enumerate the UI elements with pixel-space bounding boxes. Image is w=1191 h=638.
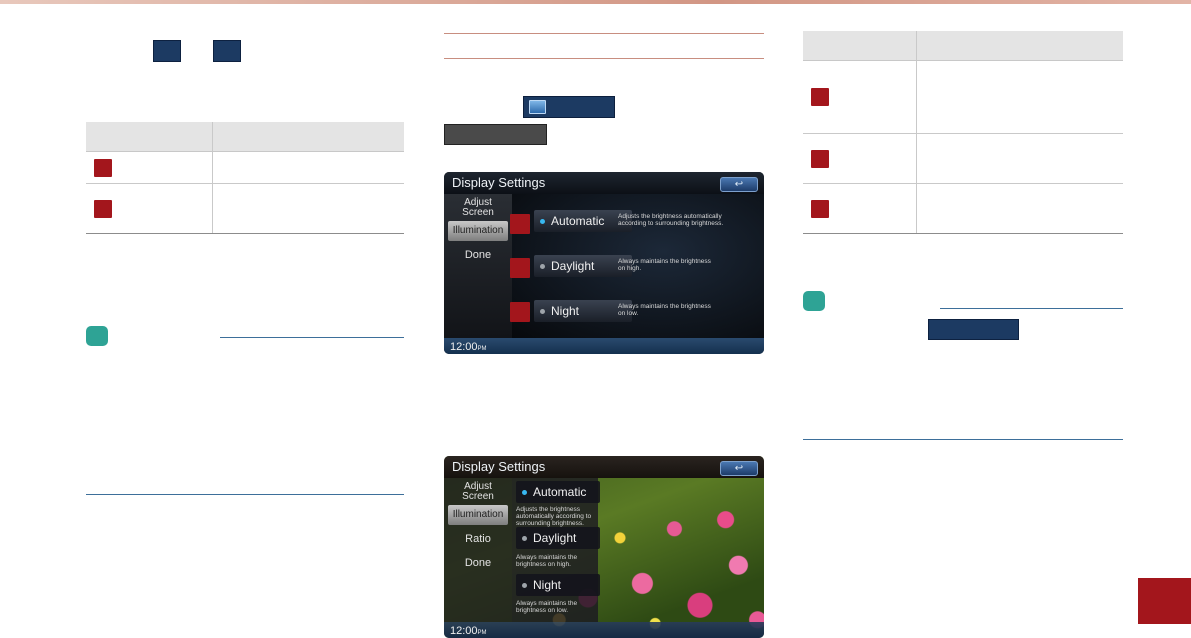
- option-night[interactable]: Night: [516, 574, 600, 596]
- option-description: Adjusts the brightness automatically acc…: [516, 506, 592, 527]
- table-row-marker-cell: [86, 151, 213, 184]
- display-settings-screen-1: Display Settings ↩ Adjust Screen Illumin…: [444, 172, 764, 354]
- number-marker: [510, 214, 530, 234]
- monitor-icon: [529, 100, 546, 114]
- radio-dot-icon: [522, 583, 527, 589]
- table-row-marker-cell: [803, 183, 917, 234]
- page-number-tab: [1138, 578, 1191, 624]
- back-button[interactable]: ↩: [720, 461, 758, 476]
- radio-dot-icon: [540, 264, 545, 270]
- option-label: Night: [551, 304, 580, 318]
- table-row-marker-cell: [86, 183, 213, 234]
- option-label: Daylight: [551, 259, 595, 273]
- table-header-cell: [916, 31, 1123, 61]
- option-automatic[interactable]: Automatic: [516, 481, 600, 503]
- button-image-1: [153, 40, 181, 62]
- sidebar-item-adjust-screen[interactable]: Adjust Screen: [448, 482, 508, 504]
- table-header-cell: [86, 122, 213, 152]
- settings-menu-button-image: [523, 96, 615, 118]
- note-bottom-rule: [803, 439, 1123, 440]
- section-rule-bottom: [444, 58, 764, 59]
- table-row-marker-cell: [803, 60, 917, 134]
- screen-title: Display Settings: [452, 459, 546, 474]
- option-label: Automatic: [533, 485, 587, 499]
- clock: 12:00PM: [450, 341, 487, 353]
- table-cell: [212, 183, 404, 234]
- status-bar: [444, 622, 764, 638]
- number-marker: [811, 87, 829, 106]
- note-icon: [86, 326, 108, 346]
- sidebar-item-illumination[interactable]: Illumination: [448, 221, 508, 241]
- number-marker: [510, 258, 530, 278]
- table-cell: [916, 133, 1123, 184]
- clock-suffix: PM: [477, 630, 487, 636]
- sidebar-item-done[interactable]: Done: [448, 554, 508, 572]
- top-header-strip: [0, 0, 1191, 4]
- option-description: Always maintains the brightness on high.: [516, 554, 578, 568]
- option-daylight[interactable]: Daylight: [516, 527, 600, 549]
- status-bar: [444, 338, 764, 354]
- display-button-image: [444, 124, 547, 145]
- table-cell: [916, 183, 1123, 234]
- clock: 12:00PM: [450, 625, 487, 637]
- number-marker: [811, 199, 829, 218]
- note-bottom-rule: [86, 494, 404, 495]
- number-marker: [811, 149, 829, 168]
- sidebar-item-ratio[interactable]: Ratio: [448, 530, 508, 548]
- number-marker: [94, 199, 112, 218]
- note-top-rule: [220, 337, 404, 338]
- clock-time: 12:00: [450, 625, 478, 637]
- radio-dot-icon: [522, 490, 527, 496]
- radio-dot-icon: [540, 309, 545, 315]
- table-cell: [212, 151, 404, 184]
- number-marker: [94, 158, 112, 177]
- setup-button-image: [928, 319, 1019, 340]
- option-description: Always maintains the brightness on low.: [618, 303, 711, 317]
- table-header-cell: [212, 122, 404, 152]
- back-button[interactable]: ↩: [720, 177, 758, 192]
- sidebar-item-illumination[interactable]: Illumination: [448, 505, 508, 525]
- table-cell: [916, 60, 1123, 134]
- table-header-cell: [803, 31, 917, 61]
- button-image-2: [213, 40, 241, 62]
- note-icon: [803, 291, 825, 311]
- table-row-marker-cell: [803, 133, 917, 184]
- section-rule-top: [444, 33, 764, 34]
- clock-time: 12:00: [450, 341, 478, 353]
- radio-dot-icon: [522, 536, 527, 542]
- note-top-rule: [940, 308, 1123, 309]
- display-settings-screen-2: Display Settings ↩ Adjust Screen Illumin…: [444, 456, 764, 638]
- left-reference-table: [86, 122, 404, 234]
- option-label: Daylight: [533, 531, 577, 545]
- screen-title: Display Settings: [452, 175, 546, 190]
- number-marker: [510, 302, 530, 322]
- clock-suffix: PM: [477, 346, 487, 352]
- option-label: Night: [533, 578, 562, 592]
- option-description: Always maintains the brightness on high.: [618, 258, 711, 272]
- right-reference-table: [803, 31, 1123, 234]
- sidebar-item-done[interactable]: Done: [448, 246, 508, 264]
- option-description: Adjusts the brightness automatically acc…: [618, 213, 724, 227]
- option-description: Always maintains the brightness on low.: [516, 600, 578, 614]
- option-label: Automatic: [551, 214, 605, 228]
- sidebar-item-adjust-screen[interactable]: Adjust Screen: [448, 198, 508, 220]
- radio-dot-icon: [540, 219, 545, 225]
